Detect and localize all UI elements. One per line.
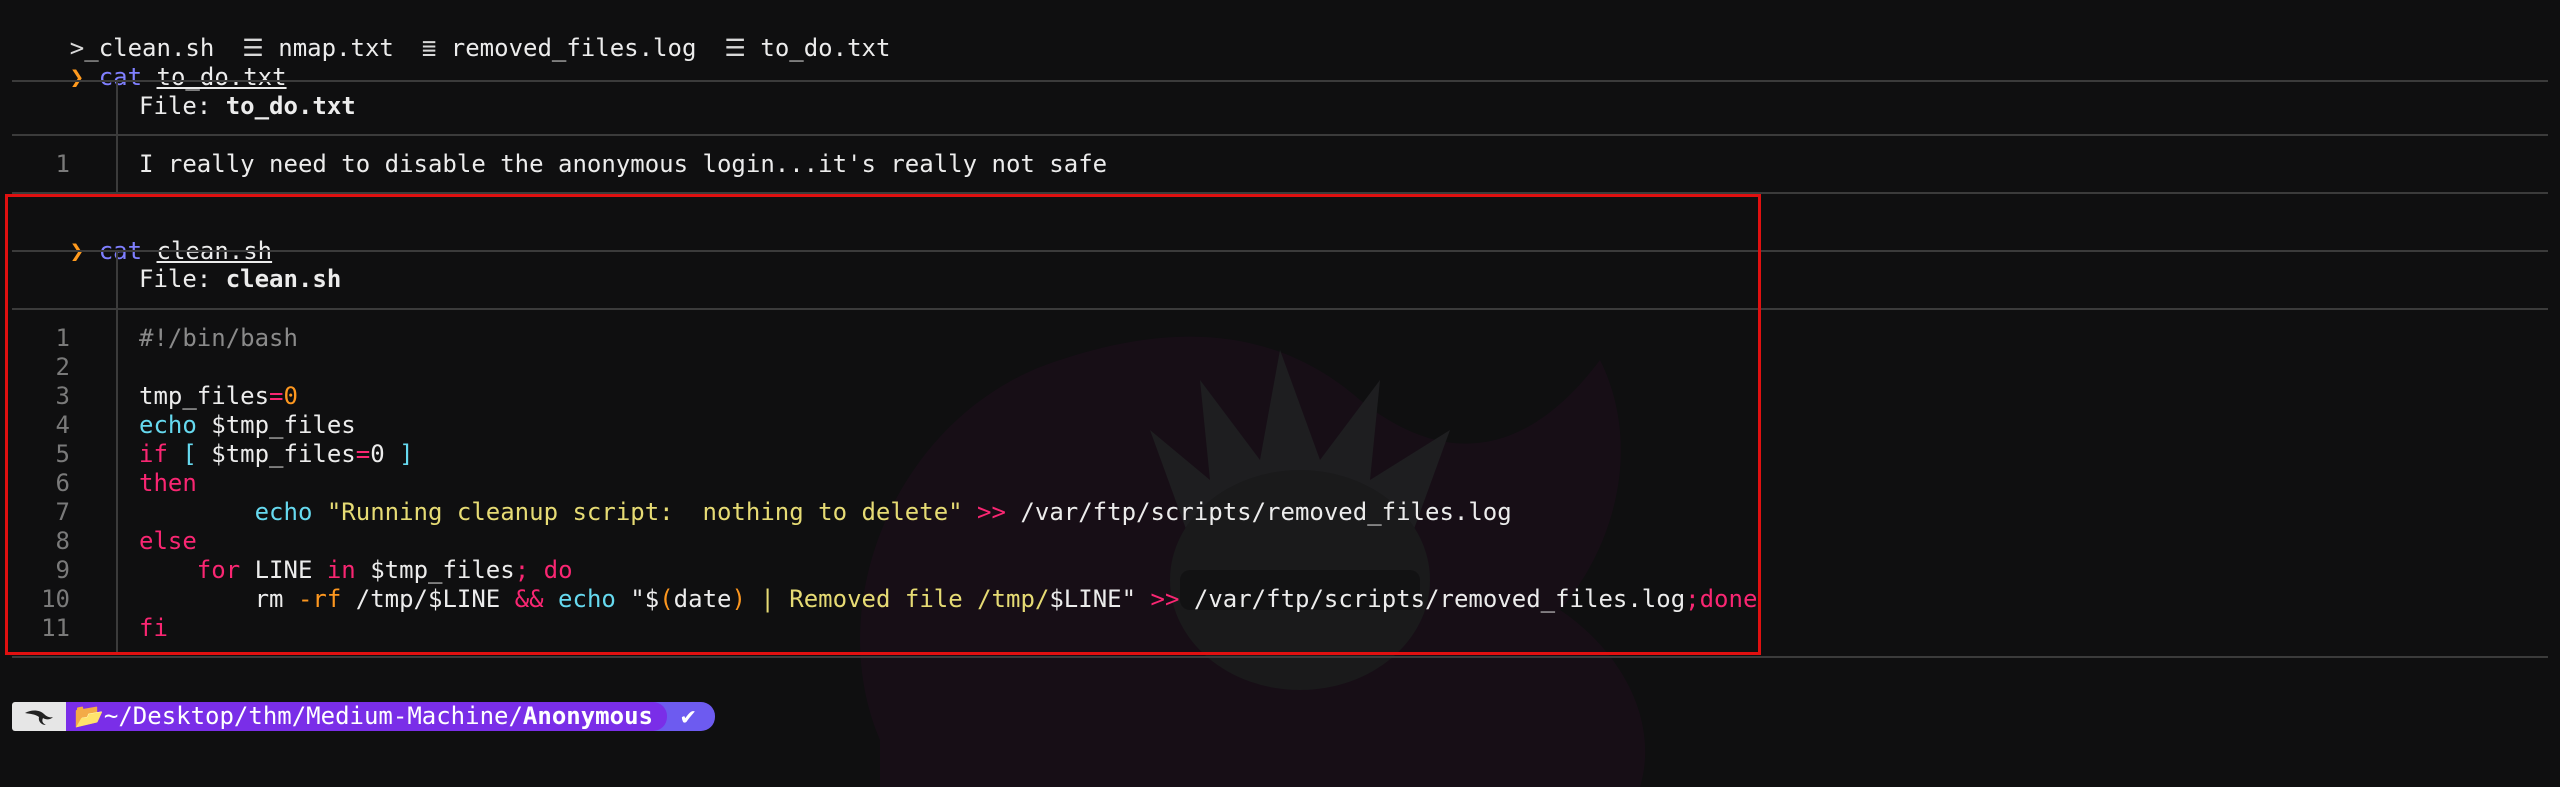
folder-open-icon: 📂: [74, 702, 104, 730]
divider: [12, 656, 2548, 658]
ls-item[interactable]: ≣ removed_files.log: [422, 34, 697, 62]
file-header-name: to_do.txt: [225, 92, 356, 120]
divider: [12, 134, 2548, 136]
kali-dragon-icon: [12, 702, 66, 731]
highlight-annotation-box: [5, 194, 1761, 655]
terminal-window[interactable]: >_clean.sh ☰ nmap.txt ≣ removed_files.log ☰…: [0, 0, 2560, 787]
path-prefix: ~/Desktop/thm/Medium-Machine/: [103, 702, 523, 730]
path-current-dir: Anonymous: [522, 702, 653, 730]
file-header-label: File:: [139, 92, 212, 120]
line-number: 1: [55, 150, 70, 178]
file-name: to_do.txt: [760, 34, 891, 62]
file-content-line: I really need to disable the anonymous l…: [139, 150, 1108, 178]
ls-item[interactable]: ☰ to_do.txt: [724, 34, 890, 62]
shell-prompt-bar[interactable]: 📂 ~/Desktop/thm/Medium-Machine/Anonymous …: [12, 702, 716, 731]
gutter-divider: [116, 82, 118, 192]
prompt-arrow-icon: ❯: [69, 63, 85, 91]
divider: [12, 80, 2548, 82]
check-mark: ✔: [680, 702, 696, 730]
file-text-icon: ☰: [724, 34, 746, 62]
file-name: nmap.txt: [278, 34, 394, 62]
file-name: removed_files.log: [450, 34, 697, 62]
file-header: File: to_do.txt: [139, 92, 356, 121]
log-file-icon: ≣: [421, 34, 437, 62]
command-argument[interactable]: to_do.txt: [157, 63, 287, 91]
command-name: cat: [98, 63, 143, 91]
current-path: 📂 ~/Desktop/thm/Medium-Machine/Anonymous: [66, 702, 667, 731]
